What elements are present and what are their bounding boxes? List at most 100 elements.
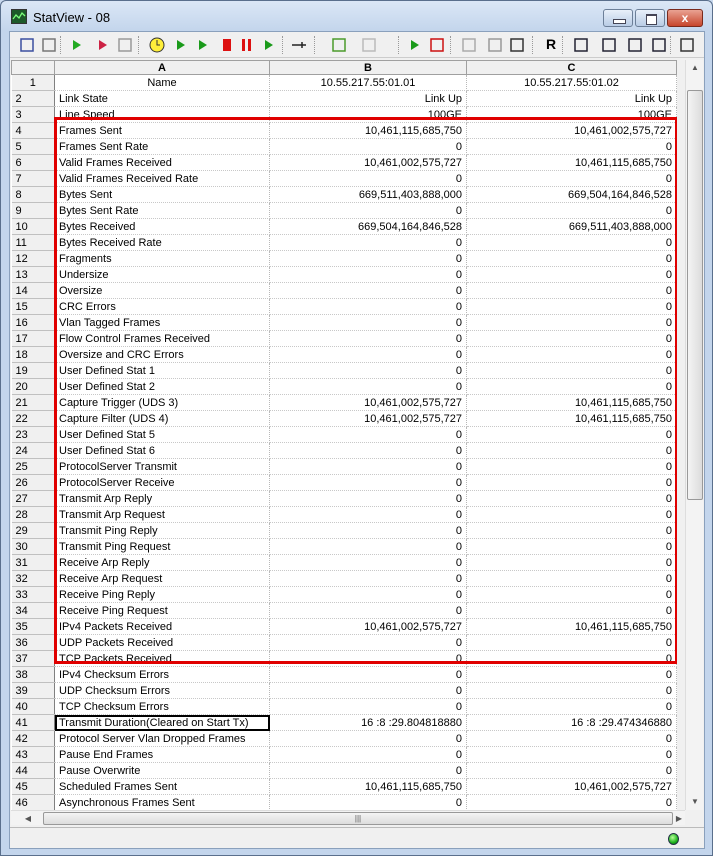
port-c-value-cell[interactable]: 0 [466, 170, 677, 187]
table-row[interactable]: 1 Name 10.55.217.55:01.01 10.55.217.55:01.0… [11, 74, 677, 91]
port-c-value-cell[interactable]: 0 [466, 138, 677, 155]
port-c-value-cell[interactable]: 0 [466, 522, 677, 539]
port-c-value-cell[interactable]: 10,461,115,685,750 [466, 618, 677, 635]
port-b-value-cell[interactable]: 10,461,115,685,750 [269, 122, 467, 139]
port-c-value-cell[interactable]: 10,461,115,685,750 [466, 154, 677, 171]
port-c-value-cell[interactable]: 0 [466, 458, 677, 475]
port-b-value-cell[interactable]: 0 [269, 794, 467, 810]
port-b-value-cell[interactable]: 0 [269, 282, 467, 299]
stat-name-cell[interactable]: Bytes Sent Rate [54, 202, 270, 219]
row-number-cell[interactable]: 14 [11, 282, 55, 299]
table-row[interactable]: 36 UDP Packets Received 0 0 [11, 634, 677, 651]
port-c-value-cell[interactable]: 0 [466, 490, 677, 507]
port-b-value-cell[interactable]: 0 [269, 202, 467, 219]
column-header-a[interactable]: A [54, 60, 270, 75]
row-number-cell[interactable]: 21 [11, 394, 55, 411]
row-number-cell[interactable]: 25 [11, 458, 55, 475]
port-b-value-cell[interactable]: 0 [269, 586, 467, 603]
stat-name-cell[interactable]: Line Speed [54, 106, 270, 123]
row-number-cell[interactable]: 5 [11, 138, 55, 155]
stat-name-cell[interactable]: Transmit Ping Request [54, 538, 270, 555]
port-b-value-cell[interactable]: 0 [269, 346, 467, 363]
port-b-value-cell[interactable]: 0 [269, 762, 467, 779]
table-row[interactable]: 33 Receive Ping Reply 0 0 [11, 586, 677, 603]
table-row[interactable]: 3 Line Speed 100GE 100GE [11, 106, 677, 123]
stat-name-cell[interactable]: Receive Ping Reply [54, 586, 270, 603]
port-c-value-cell[interactable]: 10.55.217.55:01.02 [466, 74, 677, 91]
grayed-icon[interactable] [360, 36, 378, 54]
stat-name-cell[interactable]: Asynchronous Frames Sent [54, 794, 270, 810]
stat-name-cell[interactable]: IPv4 Packets Received [54, 618, 270, 635]
port-c-value-cell[interactable]: 0 [466, 442, 677, 459]
r-icon[interactable]: R [542, 36, 560, 54]
table-row[interactable]: 35 IPv4 Packets Received 10,461,002,575,72… [11, 618, 677, 635]
port-start-icon[interactable] [406, 36, 424, 54]
connect-icon[interactable] [572, 36, 590, 54]
port-b-value-cell[interactable]: 0 [269, 458, 467, 475]
row-number-cell[interactable]: 2 [11, 90, 55, 107]
columns-icon[interactable] [330, 36, 348, 54]
row-number-cell[interactable]: 8 [11, 186, 55, 203]
row-number-cell[interactable]: 28 [11, 506, 55, 523]
port-c-value-cell[interactable]: 0 [466, 474, 677, 491]
port-b-value-cell[interactable]: 0 [269, 682, 467, 699]
stop-icon[interactable] [218, 36, 236, 54]
stats-grid[interactable]: ABC 1 Name 10.55.217.55:01.01 10.55.217.55:… [11, 60, 677, 810]
port-b-value-cell[interactable]: 100GE [269, 106, 467, 123]
port-c-value-cell[interactable]: 0 [466, 698, 677, 715]
row-number-cell[interactable]: 6 [11, 154, 55, 171]
stat-name-cell[interactable]: Capture Filter (UDS 4) [54, 410, 270, 427]
table-row[interactable]: 29 Transmit Ping Reply 0 0 [11, 522, 677, 539]
table-row[interactable]: 31 Receive Arp Reply 0 0 [11, 554, 677, 571]
port-b-value-cell[interactable]: 10,461,002,575,727 [269, 618, 467, 635]
stat-name-cell[interactable]: Transmit Arp Reply [54, 490, 270, 507]
table-row[interactable]: 17 Flow Control Frames Received 0 0 [11, 330, 677, 347]
row-number-cell[interactable]: 7 [11, 170, 55, 187]
port-c-value-cell[interactable]: 10,461,115,685,750 [466, 410, 677, 427]
properties-icon[interactable] [486, 36, 504, 54]
fast-forward-icon[interactable] [194, 36, 212, 54]
port-c-value-cell[interactable]: 0 [466, 762, 677, 779]
port-stop-icon[interactable] [428, 36, 446, 54]
port-c-value-cell[interactable]: 0 [466, 682, 677, 699]
table-row[interactable]: 32 Receive Arp Request 0 0 [11, 570, 677, 587]
settings-icon[interactable] [678, 36, 696, 54]
port-c-value-cell[interactable]: 0 [466, 650, 677, 667]
table-row[interactable]: 40 TCP Checksum Errors 0 0 [11, 698, 677, 715]
port-b-value-cell[interactable]: 0 [269, 362, 467, 379]
table-row[interactable]: 20 User Defined Stat 200 [11, 378, 677, 395]
row-number-cell[interactable]: 44 [11, 762, 55, 779]
port-c-value-cell[interactable]: 0 [466, 554, 677, 571]
row-number-cell[interactable]: 13 [11, 266, 55, 283]
row-number-cell[interactable]: 41 [11, 714, 55, 731]
row-number-cell[interactable]: 46 [11, 794, 55, 810]
stat-name-cell[interactable]: Bytes Sent [54, 186, 270, 203]
port-c-value-cell[interactable]: 0 [466, 506, 677, 523]
row-number-cell[interactable]: 43 [11, 746, 55, 763]
port-b-value-cell[interactable]: 0 [269, 474, 467, 491]
row-number-cell[interactable]: 10 [11, 218, 55, 235]
stat-name-cell[interactable]: Receive Arp Request [54, 570, 270, 587]
title-bar[interactable]: StatView - 08 x [1, 1, 712, 31]
port-b-value-cell[interactable]: 0 [269, 650, 467, 667]
row-number-cell[interactable]: 4 [11, 122, 55, 139]
port-b-value-cell[interactable]: 0 [269, 266, 467, 283]
port-c-value-cell[interactable]: 100GE [466, 106, 677, 123]
stat-name-cell[interactable]: Valid Frames Received [54, 154, 270, 171]
table-row[interactable]: 28 Transmit Arp Request 0 0 [11, 506, 677, 523]
row-number-cell[interactable]: 23 [11, 426, 55, 443]
table-row[interactable]: 8 Bytes Sent 669,511,403,888,000 669,504,16… [11, 186, 677, 203]
row-number-cell[interactable]: 40 [11, 698, 55, 715]
table-row[interactable]: 37 TCP Packets Received 0 0 [11, 650, 677, 667]
table-row[interactable]: 18 Oversize and CRC Errors 0 0 [11, 346, 677, 363]
port-b-value-cell[interactable]: 0 [269, 234, 467, 251]
port-b-value-cell[interactable]: 0 [269, 138, 467, 155]
port-b-value-cell[interactable]: 0 [269, 250, 467, 267]
port-c-value-cell[interactable]: 0 [466, 346, 677, 363]
port-c-value-cell[interactable]: 0 [466, 378, 677, 395]
start-capture-icon[interactable] [68, 36, 86, 54]
port-c-value-cell[interactable]: 0 [466, 314, 677, 331]
stat-name-cell[interactable]: Transmit Duration(Cleared on Start Tx) [54, 714, 270, 731]
table-row[interactable]: 4 Frames Sent 10,461,115,685,750 10,461,002… [11, 122, 677, 139]
port-c-value-cell[interactable]: 0 [466, 282, 677, 299]
